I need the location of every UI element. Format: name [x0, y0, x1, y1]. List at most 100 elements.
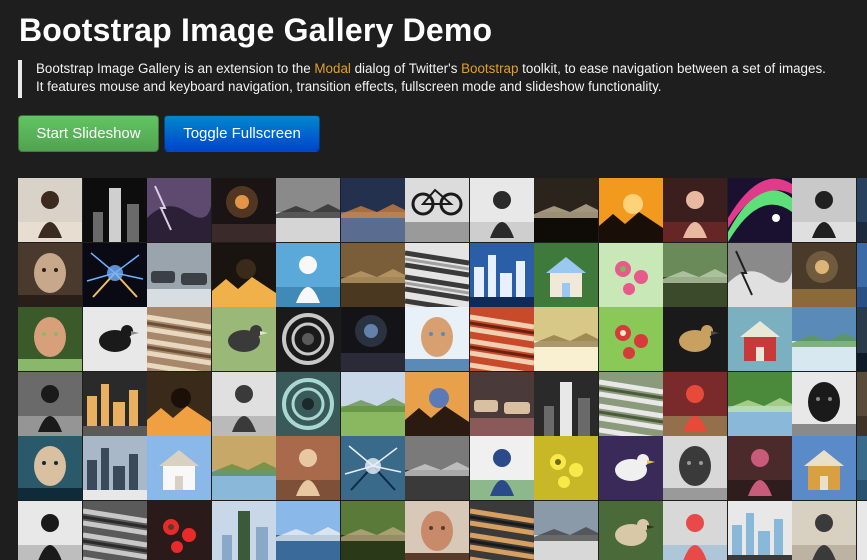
gallery-thumbnail[interactable] — [663, 178, 727, 242]
gallery-thumbnail[interactable] — [857, 307, 867, 371]
gallery-thumbnail[interactable] — [792, 243, 856, 307]
thumbnail-image — [728, 436, 792, 500]
modal-link[interactable]: Modal — [314, 61, 350, 76]
gallery-thumbnail[interactable] — [341, 372, 405, 436]
gallery-thumbnail[interactable] — [212, 243, 276, 307]
gallery-thumbnail[interactable] — [663, 307, 727, 371]
gallery-thumbnail[interactable] — [728, 243, 792, 307]
thumbnail-image — [212, 436, 276, 500]
toggle-fullscreen-button[interactable]: Toggle Fullscreen — [164, 115, 320, 152]
gallery-thumbnail[interactable] — [276, 501, 340, 560]
gallery-thumbnail[interactable] — [470, 436, 534, 500]
gallery-thumbnail[interactable] — [276, 178, 340, 242]
gallery-thumbnail[interactable] — [857, 243, 867, 307]
gallery-thumbnail[interactable] — [728, 307, 792, 371]
gallery-thumbnail[interactable] — [663, 372, 727, 436]
gallery-thumbnail[interactable] — [341, 436, 405, 500]
gallery-thumbnail[interactable] — [276, 436, 340, 500]
gallery-thumbnail[interactable] — [599, 501, 663, 560]
gallery-thumbnail[interactable] — [341, 178, 405, 242]
gallery-thumbnail[interactable] — [405, 436, 469, 500]
gallery-thumbnail[interactable] — [857, 372, 867, 436]
gallery-thumbnail[interactable] — [18, 307, 82, 371]
gallery-thumbnail[interactable] — [83, 307, 147, 371]
gallery-thumbnail[interactable] — [857, 501, 867, 560]
gallery-thumbnail[interactable] — [405, 501, 469, 560]
bootstrap-link[interactable]: Bootstrap — [461, 61, 518, 76]
start-slideshow-button[interactable]: Start Slideshow — [18, 115, 159, 152]
gallery-thumbnail[interactable] — [599, 307, 663, 371]
gallery-thumbnail[interactable] — [147, 307, 211, 371]
gallery-thumbnail[interactable] — [341, 243, 405, 307]
gallery-thumbnail[interactable] — [728, 436, 792, 500]
thumbnail-image — [276, 501, 340, 560]
gallery-thumbnail[interactable] — [18, 243, 82, 307]
gallery-thumbnail[interactable] — [599, 372, 663, 436]
gallery-thumbnail[interactable] — [405, 178, 469, 242]
gallery-thumbnail[interactable] — [534, 178, 598, 242]
gallery-thumbnail[interactable] — [147, 372, 211, 436]
gallery-thumbnail[interactable] — [857, 178, 867, 242]
gallery-thumbnail[interactable] — [470, 307, 534, 371]
thumbnail-image — [405, 501, 469, 560]
gallery-thumbnail[interactable] — [147, 243, 211, 307]
gallery-thumbnail[interactable] — [276, 307, 340, 371]
gallery-thumbnail[interactable] — [405, 372, 469, 436]
gallery-thumbnail[interactable] — [728, 372, 792, 436]
gallery-thumbnail[interactable] — [276, 243, 340, 307]
gallery-thumbnail[interactable] — [728, 501, 792, 560]
gallery-thumbnail[interactable] — [83, 243, 147, 307]
gallery-thumbnail[interactable] — [147, 436, 211, 500]
gallery-thumbnail[interactable] — [663, 501, 727, 560]
gallery-thumbnail[interactable] — [405, 243, 469, 307]
gallery-thumbnail[interactable] — [599, 178, 663, 242]
gallery-thumbnail[interactable] — [534, 436, 598, 500]
gallery-thumbnail[interactable] — [83, 436, 147, 500]
gallery-thumbnail[interactable] — [18, 436, 82, 500]
thumbnail-image — [599, 372, 663, 436]
gallery-thumbnail[interactable] — [405, 307, 469, 371]
gallery-thumbnail[interactable] — [792, 501, 856, 560]
gallery-thumbnail[interactable] — [470, 372, 534, 436]
gallery-thumbnail[interactable] — [212, 178, 276, 242]
thumbnail-image — [341, 501, 405, 560]
gallery-thumbnail[interactable] — [792, 178, 856, 242]
gallery-thumbnail[interactable] — [663, 436, 727, 500]
gallery-thumbnail[interactable] — [534, 372, 598, 436]
gallery-thumbnail[interactable] — [147, 178, 211, 242]
gallery-thumbnail[interactable] — [212, 501, 276, 560]
gallery-thumbnail[interactable] — [147, 501, 211, 560]
gallery-thumbnail[interactable] — [83, 501, 147, 560]
gallery-thumbnail[interactable] — [792, 307, 856, 371]
gallery-thumbnail[interactable] — [792, 372, 856, 436]
gallery-thumbnail[interactable] — [83, 178, 147, 242]
gallery-thumbnail[interactable] — [212, 307, 276, 371]
gallery-thumbnail[interactable] — [534, 243, 598, 307]
gallery-thumbnail[interactable] — [470, 178, 534, 242]
gallery-thumbnail[interactable] — [728, 178, 792, 242]
gallery-thumbnail[interactable] — [599, 436, 663, 500]
gallery-thumbnail[interactable] — [83, 372, 147, 436]
gallery-thumbnail[interactable] — [470, 243, 534, 307]
gallery-thumbnail[interactable] — [534, 501, 598, 560]
thumbnail-image — [83, 436, 147, 500]
gallery-thumbnail[interactable] — [212, 436, 276, 500]
gallery-thumbnail[interactable] — [470, 501, 534, 560]
gallery-thumbnail[interactable] — [599, 243, 663, 307]
gallery-thumbnail[interactable] — [534, 307, 598, 371]
thumbnail-image — [792, 178, 856, 242]
page: Bootstrap Image Gallery Demo Bootstrap I… — [0, 0, 867, 560]
thumbnail-image — [599, 178, 663, 242]
thumbnail-image — [18, 307, 82, 371]
gallery-thumbnail[interactable] — [276, 372, 340, 436]
gallery-thumbnail[interactable] — [857, 436, 867, 500]
gallery-thumbnail[interactable] — [792, 436, 856, 500]
gallery-thumbnail[interactable] — [18, 372, 82, 436]
gallery-thumbnail[interactable] — [18, 501, 82, 560]
gallery-thumbnail[interactable] — [341, 307, 405, 371]
gallery-thumbnail[interactable] — [341, 501, 405, 560]
lead-line-2: It features mouse and keyboard navigatio… — [36, 79, 662, 94]
gallery-thumbnail[interactable] — [663, 243, 727, 307]
gallery-thumbnail[interactable] — [212, 372, 276, 436]
gallery-thumbnail[interactable] — [18, 178, 82, 242]
